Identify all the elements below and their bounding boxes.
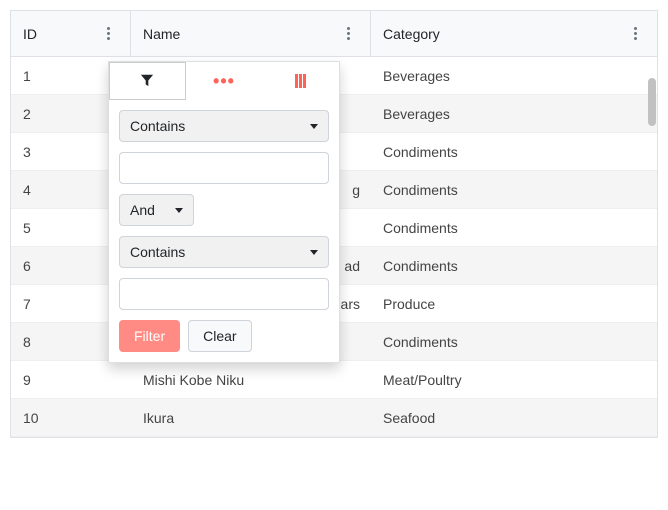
table-row[interactable]: 9 Mishi Kobe Niku Meat/Poultry <box>11 361 657 399</box>
header-cell-id[interactable]: ID <box>11 11 131 56</box>
header-cell-category[interactable]: Category <box>371 11 657 56</box>
operator1-label: Contains <box>130 118 185 134</box>
tab-operators[interactable]: ••• <box>186 62 263 100</box>
column-menu-icon[interactable] <box>98 24 118 44</box>
tab-filter[interactable] <box>109 62 186 100</box>
popup-tabs: ••• <box>109 62 339 100</box>
header-cell-name[interactable]: Name <box>131 11 371 56</box>
filter-button[interactable]: Filter <box>119 320 180 352</box>
column-menu-popup: ••• Contains And Contains Filter Clear <box>108 61 340 363</box>
logic-label: And <box>130 202 155 218</box>
operator1-select[interactable]: Contains <box>119 110 329 142</box>
columns-icon <box>295 74 306 88</box>
filter-value2-input[interactable] <box>119 278 329 310</box>
cell: Condiments <box>371 247 657 284</box>
header-label-category: Category <box>383 26 625 42</box>
header-label-id: ID <box>23 26 98 42</box>
column-menu-icon[interactable] <box>625 24 645 44</box>
header-row: ID Name Category <box>11 11 657 57</box>
action-row: Filter Clear <box>119 320 329 352</box>
filter-body: Contains And Contains Filter Clear <box>109 100 339 362</box>
chevron-down-icon <box>310 124 318 129</box>
chevron-down-icon <box>175 208 183 213</box>
cell: Condiments <box>371 133 657 170</box>
chevron-down-icon <box>310 250 318 255</box>
operator2-label: Contains <box>130 244 185 260</box>
filter-value1-input[interactable] <box>119 152 329 184</box>
logic-select[interactable]: And <box>119 194 194 226</box>
cell: Condiments <box>371 209 657 246</box>
operator2-select[interactable]: Contains <box>119 236 329 268</box>
column-menu-icon[interactable] <box>338 24 358 44</box>
cell: 10 <box>11 399 131 436</box>
cell: Beverages <box>371 95 657 132</box>
clear-button[interactable]: Clear <box>188 320 251 352</box>
cell: Produce <box>371 285 657 322</box>
table-row[interactable]: 10 Ikura Seafood <box>11 399 657 437</box>
cell: Ikura <box>131 399 371 436</box>
scrollbar-thumb[interactable] <box>648 78 656 126</box>
cell: Meat/Poultry <box>371 361 657 398</box>
cell: Beverages <box>371 57 657 94</box>
more-icon: ••• <box>213 71 235 92</box>
filter-icon <box>140 73 154 90</box>
cell: Seafood <box>371 399 657 436</box>
tab-columns[interactable] <box>262 62 339 100</box>
header-label-name: Name <box>143 26 338 42</box>
cell: Condiments <box>371 171 657 208</box>
cell: Mishi Kobe Niku <box>131 361 371 398</box>
cell: Condiments <box>371 323 657 360</box>
cell: 9 <box>11 361 131 398</box>
